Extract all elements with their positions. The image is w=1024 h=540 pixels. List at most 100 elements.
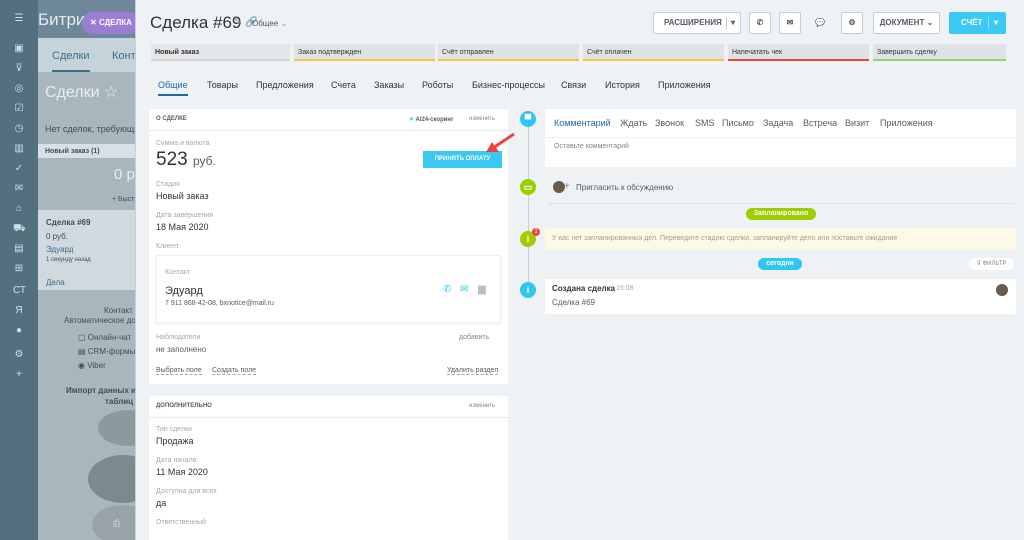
timeline-tab-visit[interactable]: Визит bbox=[845, 118, 869, 128]
document-button[interactable]: ДОКУМЕНТ ⌄ bbox=[873, 12, 940, 34]
phone-icon: ✆ bbox=[756, 18, 764, 27]
close-icon[interactable]: ✕ bbox=[90, 18, 99, 27]
contact-label: Контакт bbox=[165, 269, 191, 276]
sum-label: Сумма и валюта bbox=[156, 140, 210, 147]
mail-button[interactable]: ✉ bbox=[779, 12, 801, 34]
client-label: Клиент bbox=[156, 243, 180, 250]
deal-amount: 523 руб. bbox=[156, 149, 216, 170]
tab-apps[interactable]: Приложения bbox=[658, 80, 711, 90]
about-edit-link[interactable]: изменить bbox=[469, 116, 495, 122]
timeline-tab-task[interactable]: Задача bbox=[763, 118, 793, 128]
chat-button[interactable]: 💬 bbox=[809, 12, 831, 34]
invoice-button[interactable]: СЧЁТ ▾ bbox=[949, 12, 1006, 34]
tab-invoices[interactable]: Счета bbox=[331, 80, 356, 90]
settings-button[interactable]: ⚙ bbox=[841, 12, 863, 34]
divider bbox=[548, 203, 1014, 204]
filter-icon: ⊽ bbox=[976, 261, 981, 267]
observers-add-link[interactable]: добавить bbox=[459, 334, 489, 341]
timeline-tab-wait[interactable]: Ждать bbox=[620, 118, 647, 128]
mail-icon[interactable]: ✉ bbox=[13, 184, 25, 194]
plus-icon[interactable]: + bbox=[564, 181, 570, 192]
scoring-link[interactable]: ✦ AI24-скоринг bbox=[409, 116, 454, 123]
filter-button[interactable]: ⊽ ФИЛЬТР bbox=[969, 258, 1014, 270]
tab-business-processes[interactable]: Бизнес-процессы bbox=[472, 80, 545, 90]
sparkle-icon: ✦ bbox=[409, 117, 415, 123]
category-select[interactable]: Общее ⌄ bbox=[252, 19, 287, 28]
tab-history[interactable]: История bbox=[605, 80, 640, 90]
additional-edit-link[interactable]: изменить bbox=[469, 403, 495, 409]
plus-icon[interactable]: + bbox=[13, 370, 25, 380]
stage-confirmed[interactable]: Заказ подтвержден bbox=[294, 44, 435, 61]
bg-notice: Нет сделок, требующих bbox=[45, 124, 144, 134]
bg-tab-deals[interactable]: Сделки bbox=[52, 50, 90, 72]
tab-offers[interactable]: Предложения bbox=[256, 80, 314, 90]
bg-crm-forms: ▤ CRM-формы bbox=[78, 347, 136, 356]
ct-icon[interactable]: СТ bbox=[13, 286, 26, 296]
choose-field-link[interactable]: Выбрать поле bbox=[156, 367, 202, 375]
bg-chat: ▢ Онлайн-чат bbox=[78, 333, 132, 342]
tab-general[interactable]: Общие bbox=[158, 80, 188, 96]
bg-card-cases[interactable]: Дела bbox=[46, 278, 65, 287]
tab-robots[interactable]: Роботы bbox=[422, 80, 453, 90]
created-deal-link[interactable]: Сделка #69 bbox=[552, 298, 595, 307]
ya-icon[interactable]: Я bbox=[13, 306, 25, 316]
contact-box: Контакт Эдуард 7 911 868-42-08, bxnotice… bbox=[156, 255, 501, 323]
delete-section-link[interactable]: Удалить раздел bbox=[447, 367, 499, 375]
stage-new-order[interactable]: Новый заказ bbox=[151, 44, 290, 61]
building-icon[interactable]: ⌂ bbox=[13, 204, 25, 214]
stage-value: Новый заказ bbox=[156, 191, 209, 201]
mail-icon[interactable]: ✉ bbox=[460, 284, 468, 295]
extensions-button[interactable]: РАСШИРЕНИЯ ▾ bbox=[653, 12, 741, 34]
stage-print-receipt[interactable]: Напечатать чек bbox=[728, 44, 869, 61]
phone-button[interactable]: ✆ bbox=[749, 12, 771, 34]
chart-icon[interactable]: ▥ bbox=[13, 144, 25, 154]
stage-invoice-paid[interactable]: Счёт оплачен bbox=[583, 44, 724, 61]
clock-icon[interactable]: ◷ bbox=[13, 124, 25, 134]
tab-orders[interactable]: Заказы bbox=[374, 80, 404, 90]
divider bbox=[545, 137, 1016, 138]
access-label: Доступна для всех bbox=[156, 488, 217, 495]
menu-icon[interactable]: ☰ bbox=[13, 14, 25, 24]
stage-complete[interactable]: Завершить сделку bbox=[873, 44, 1006, 61]
timeline-tab-comment[interactable]: Комментарий bbox=[554, 118, 611, 128]
timeline-tab-sms[interactable]: SMS bbox=[695, 118, 715, 128]
cart-icon[interactable]: ⛟ bbox=[13, 224, 26, 234]
dashboard-icon[interactable]: ▣ bbox=[13, 44, 25, 54]
deal-slider-tab[interactable]: ✕ СДЕЛКА bbox=[82, 12, 140, 34]
bg-tabs: Сделки Конта bbox=[38, 38, 142, 72]
circle-icon[interactable]: ● bbox=[13, 326, 25, 336]
timeline-tab-apps[interactable]: Приложения bbox=[880, 118, 933, 128]
close-date-value: 18 Мая 2020 bbox=[156, 222, 209, 232]
chevron-down-icon: ⌄ bbox=[280, 19, 288, 28]
gear-icon[interactable]: ⚙ bbox=[13, 350, 25, 360]
apps-icon[interactable]: ⊞ bbox=[13, 264, 25, 274]
target-icon[interactable]: ◎ bbox=[13, 84, 25, 94]
deal-type-value: Продажа bbox=[156, 436, 194, 446]
deal-slider-tab-label: СДЕЛКА bbox=[98, 18, 132, 27]
bg-column-label: Новый заказ (1) bbox=[45, 148, 100, 155]
chat-icon: 💬 bbox=[815, 18, 825, 27]
mail-icon: ✉ bbox=[786, 18, 794, 27]
stage-invoice-sent[interactable]: Счёт отправлен bbox=[438, 44, 579, 61]
bg-card-title[interactable]: Сделка #69 bbox=[46, 218, 90, 227]
contact-name[interactable]: Эдуард bbox=[165, 285, 203, 297]
phone-icon[interactable]: ✆ bbox=[443, 284, 451, 295]
timeline-tab-call[interactable]: Звонок bbox=[655, 118, 684, 128]
start-date-value: 11 Мая 2020 bbox=[156, 467, 208, 477]
filter-icon[interactable]: ⊽ bbox=[13, 64, 25, 74]
comment-input[interactable]: Оставьте комментарий bbox=[554, 143, 629, 150]
calendar-icon[interactable]: ▤ bbox=[13, 244, 25, 254]
invite-link[interactable]: Пригласить к обсуждению bbox=[576, 183, 673, 192]
printer-icon[interactable]: ⎙ bbox=[113, 518, 120, 529]
bg-card-client[interactable]: Эдуард bbox=[46, 245, 73, 254]
tab-relations[interactable]: Связи bbox=[561, 80, 586, 90]
timeline-tab-meeting[interactable]: Встреча bbox=[803, 118, 837, 128]
timeline-tab-email[interactable]: Письмо bbox=[722, 118, 754, 128]
check-icon[interactable]: ✓ bbox=[13, 164, 25, 174]
chat-icon[interactable]: ▆ bbox=[478, 284, 486, 295]
observers-label: Наблюдатели bbox=[156, 334, 201, 341]
card-header: О СДЕЛКЕ ✦ AI24-скоринг изменить bbox=[149, 109, 508, 131]
create-field-link[interactable]: Создать поле bbox=[212, 367, 257, 375]
tasks-icon[interactable]: ☑ bbox=[13, 104, 25, 114]
tab-products[interactable]: Товары bbox=[207, 80, 238, 90]
